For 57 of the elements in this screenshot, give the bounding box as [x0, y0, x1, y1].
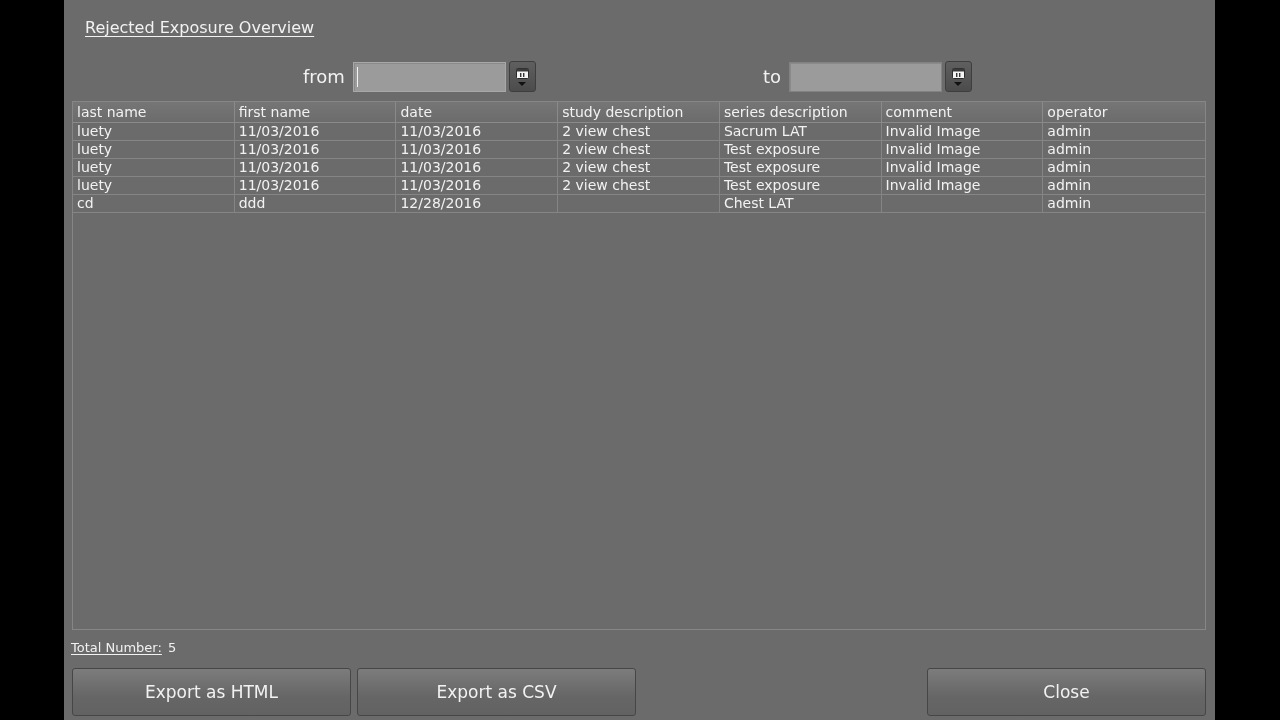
date-input-field[interactable] [788, 61, 942, 92]
table-cell: Invalid Image [885, 177, 981, 194]
table-cell: luety [77, 141, 113, 158]
table-cell: 2 view chest [562, 159, 651, 176]
total-label: Total Number: [71, 640, 162, 656]
close-button[interactable]: Close [927, 668, 1206, 716]
table-cell: 11/03/2016 [400, 177, 482, 194]
column-header[interactable]: last name [73, 102, 235, 122]
table-cell: Test exposure [723, 159, 821, 176]
column-header[interactable]: study description [558, 102, 720, 122]
table-cell: admin [1047, 123, 1092, 140]
calendar-icon [515, 67, 529, 79]
column-header[interactable]: series description [719, 102, 882, 122]
table-cell: 2 view chest [562, 177, 651, 194]
table-cell: luety [77, 123, 113, 140]
table-cell: 2 view chest [562, 141, 651, 158]
table-cell: admin [1047, 195, 1092, 212]
column-header[interactable]: operator [1043, 102, 1206, 122]
table-cell: Invalid Image [885, 141, 981, 158]
caret-icon [954, 81, 963, 86]
table-cell: ddd [238, 195, 266, 212]
table-cell: luety [77, 159, 113, 176]
table-cell: 12/28/2016 [400, 195, 482, 212]
dialog-title: Rejected Exposure Overview [85, 18, 315, 38]
table-cell: Invalid Image [885, 123, 981, 140]
column-header[interactable]: first name [234, 102, 397, 122]
table-cell: 11/03/2016 [400, 123, 482, 140]
calendar-button[interactable] [508, 61, 536, 92]
table-cell: 11/03/2016 [400, 159, 482, 176]
table-cell: 11/03/2016 [238, 177, 320, 194]
column-header[interactable]: date [396, 102, 559, 122]
table-cell: 11/03/2016 [238, 123, 320, 140]
date-filter-label: from [303, 65, 345, 88]
table-cell: admin [1047, 141, 1092, 158]
table-cell: Sacrum LAT [723, 123, 807, 140]
caret-icon [518, 81, 527, 86]
table-cell: Test exposure [723, 141, 821, 158]
table-cell: 11/03/2016 [400, 141, 482, 158]
table-cell: admin [1047, 159, 1092, 176]
total-count: 5 [167, 640, 177, 656]
table-cell: 2 view chest [562, 123, 651, 140]
table-cell: Chest LAT [723, 195, 794, 212]
table-cell: Test exposure [723, 177, 821, 194]
table-cell: Invalid Image [885, 159, 981, 176]
export-button[interactable]: Export as CSV [357, 668, 636, 716]
text-cursor-icon [356, 66, 358, 87]
table-cell: luety [77, 177, 113, 194]
table-cell: cd [77, 195, 94, 212]
table-cell: 11/03/2016 [238, 141, 320, 158]
table-cell: admin [1047, 177, 1092, 194]
table-cell: 11/03/2016 [238, 159, 320, 176]
column-header[interactable]: comment [881, 102, 1044, 122]
date-input-field[interactable] [352, 61, 506, 92]
calendar-button[interactable] [944, 61, 972, 92]
export-button[interactable]: Export as HTML [72, 668, 351, 716]
calendar-icon [951, 67, 965, 79]
date-filter-label: to [762, 65, 781, 88]
